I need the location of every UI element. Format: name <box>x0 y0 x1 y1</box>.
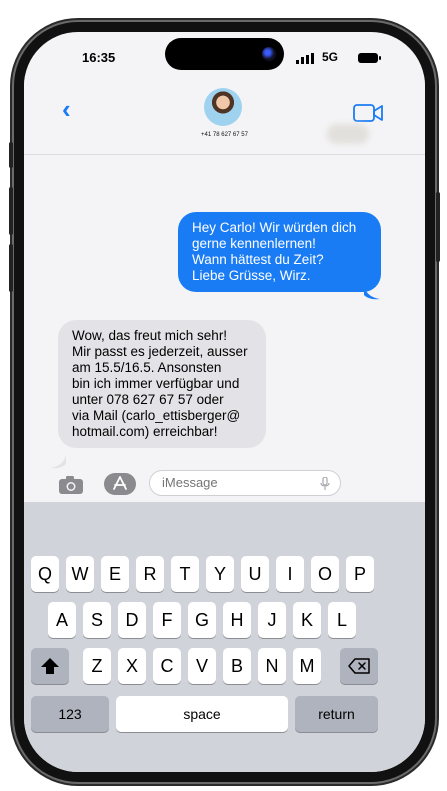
key-n[interactable]: N <box>258 648 286 684</box>
key-y[interactable]: Y <box>206 556 234 592</box>
contact-avatar[interactable] <box>204 88 242 126</box>
power-button <box>436 192 440 262</box>
key-d[interactable]: D <box>118 602 146 638</box>
return-key[interactable]: return <box>295 696 378 732</box>
volume-down-button <box>9 244 13 292</box>
backspace-icon <box>348 658 370 674</box>
microphone-icon[interactable] <box>320 477 330 491</box>
signal-icon <box>296 53 314 64</box>
key-r[interactable]: R <box>136 556 164 592</box>
key-z[interactable]: Z <box>83 648 111 684</box>
key-k[interactable]: K <box>293 602 321 638</box>
message-input[interactable] <box>149 470 341 496</box>
numbers-key[interactable]: 123 <box>31 696 109 732</box>
key-c[interactable]: C <box>153 648 181 684</box>
key-f[interactable]: F <box>153 602 181 638</box>
status-bar: 16:35 5G <box>24 50 425 70</box>
received-bubble-tail <box>50 455 66 469</box>
space-key[interactable]: space <box>116 696 288 732</box>
conversation-header: ‹ +41 78 627 67 57 <box>24 76 425 155</box>
key-u[interactable]: U <box>241 556 269 592</box>
key-j[interactable]: J <box>258 602 286 638</box>
key-b[interactable]: B <box>223 648 251 684</box>
composer-bar <box>24 468 425 502</box>
shift-arrow-icon <box>41 658 59 674</box>
key-w[interactable]: W <box>66 556 94 592</box>
key-m[interactable]: M <box>293 648 321 684</box>
key-s[interactable]: S <box>83 602 111 638</box>
camera-icon[interactable] <box>58 475 84 495</box>
volume-up-button <box>9 187 13 235</box>
key-i[interactable]: I <box>276 556 304 592</box>
screen: 16:35 5G ‹ +41 78 627 67 57 Hey Carlo! W… <box>24 32 425 772</box>
key-a[interactable]: A <box>48 602 76 638</box>
keyboard: Q W E R T Y U I O P A S D F G H J K L Z … <box>24 502 425 772</box>
message-thread: Hey Carlo! Wir würden dich gerne kennenl… <box>24 155 425 469</box>
received-message-bubble[interactable]: Wow, das freut mich sehr! Mir passt es j… <box>58 320 266 448</box>
battery-icon <box>358 53 381 63</box>
shift-key[interactable] <box>31 648 69 684</box>
key-h[interactable]: H <box>223 602 251 638</box>
key-v[interactable]: V <box>188 648 216 684</box>
blurred-area <box>327 124 369 144</box>
sent-message-bubble[interactable]: Hey Carlo! Wir würden dich gerne kennenl… <box>178 212 381 292</box>
status-time: 16:35 <box>82 50 116 65</box>
sent-bubble-tail <box>364 286 380 300</box>
key-p[interactable]: P <box>346 556 374 592</box>
mute-switch <box>9 142 13 168</box>
key-t[interactable]: T <box>171 556 199 592</box>
key-o[interactable]: O <box>311 556 339 592</box>
key-x[interactable]: X <box>118 648 146 684</box>
key-l[interactable]: L <box>328 602 356 638</box>
app-store-icon[interactable] <box>104 473 136 495</box>
key-e[interactable]: E <box>101 556 129 592</box>
network-type: 5G <box>322 50 339 64</box>
phone-frame: 16:35 5G ‹ +41 78 627 67 57 Hey Carlo! W… <box>9 22 440 782</box>
key-g[interactable]: G <box>188 602 216 638</box>
delete-key[interactable] <box>340 648 378 684</box>
video-call-icon[interactable] <box>353 102 383 124</box>
key-q[interactable]: Q <box>31 556 59 592</box>
back-chevron-icon[interactable]: ‹ <box>62 94 71 125</box>
